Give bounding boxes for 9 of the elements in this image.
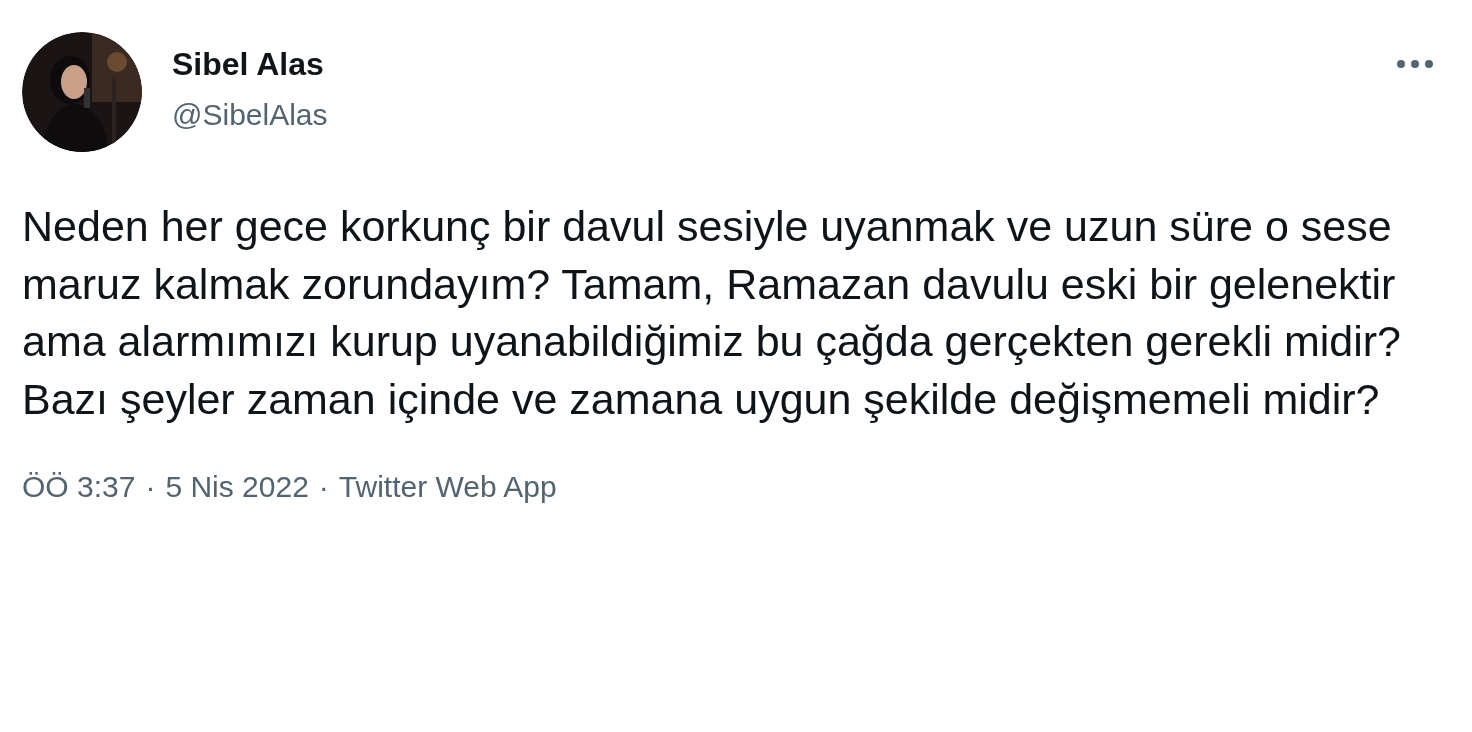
tweet-date[interactable]: 5 Nis 2022 [165,468,309,506]
tweet-source[interactable]: Twitter Web App [338,468,557,506]
tweet-time[interactable]: ÖÖ 3:37 [22,468,136,506]
tweet-text: Neden her gece korkunç bir davul sesiyle uyanmak ve uzun süre o sese maruz kalmak zorundayım? Tamam, Ramazan davulu eski bir gelenektir ama alarmımızı kurup uyanabildiğimiz bu çağda gerçekten gerekli midir? Bazı şeyler zaman içinde ve zamana uygun şekilde değişmemeli midir? [22,201,1402,425]
author-handle[interactable]: @SibelAlas [172,96,328,134]
separator: · [318,469,329,505]
separator: · [145,469,156,505]
author-name[interactable]: Sibel Alas [172,44,328,84]
more-icon[interactable] [1396,59,1434,69]
